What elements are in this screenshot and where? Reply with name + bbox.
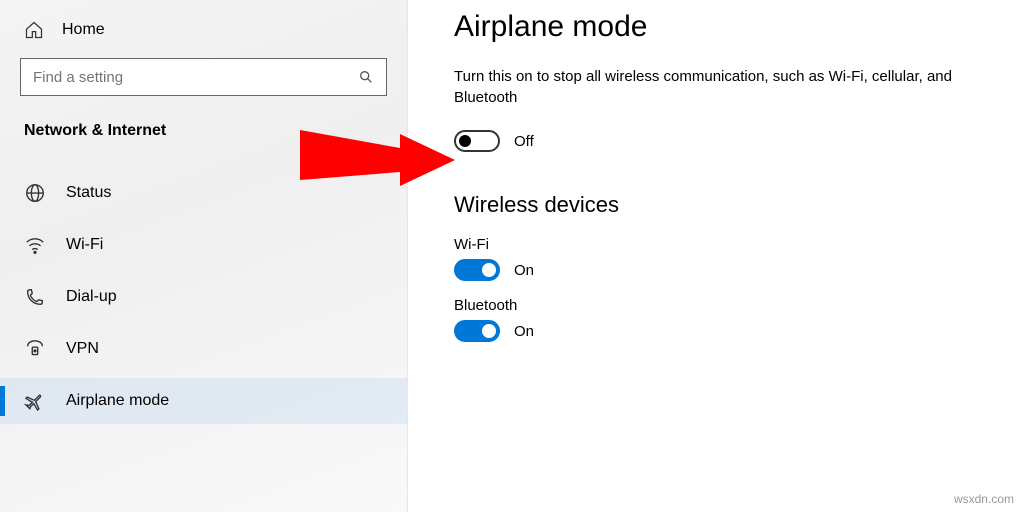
page-description: Turn this on to stop all wireless commun…: [454, 66, 1014, 108]
wireless-devices-heading: Wireless devices: [454, 192, 1024, 218]
airplane-toggle[interactable]: [454, 130, 500, 152]
globe-icon: [24, 182, 46, 204]
page-title: Airplane mode: [454, 10, 1024, 44]
wifi-label: Wi-Fi: [454, 236, 1024, 253]
sidebar-item-status[interactable]: Status: [0, 170, 407, 216]
wifi-icon: [24, 234, 46, 256]
sidebar: Home Network & Internet Status Wi-Fi Dia…: [0, 0, 408, 512]
vpn-icon: [24, 338, 46, 360]
wifi-toggle-state: On: [514, 262, 534, 279]
bluetooth-toggle-state: On: [514, 323, 534, 340]
sidebar-item-airplane[interactable]: Airplane mode: [0, 378, 407, 424]
home-label: Home: [62, 21, 105, 39]
sidebar-item-wifi[interactable]: Wi-Fi: [0, 222, 407, 268]
wifi-toggle[interactable]: [454, 259, 500, 281]
search-icon: [358, 69, 374, 85]
sidebar-item-label: Status: [66, 184, 111, 202]
search-input-container[interactable]: [20, 58, 387, 96]
bluetooth-toggle[interactable]: [454, 320, 500, 342]
home-icon: [24, 20, 44, 40]
phone-icon: [24, 286, 46, 308]
home-nav[interactable]: Home: [0, 14, 407, 54]
wifi-toggle-row: On: [454, 259, 1024, 281]
bluetooth-toggle-row: On: [454, 320, 1024, 342]
sidebar-item-label: VPN: [66, 340, 99, 358]
sidebar-item-dialup[interactable]: Dial-up: [0, 274, 407, 320]
main-content: Airplane mode Turn this on to stop all w…: [408, 0, 1024, 512]
category-header: Network & Internet: [0, 114, 407, 164]
sidebar-item-label: Wi-Fi: [66, 236, 103, 254]
airplane-toggle-row: Off: [454, 130, 1024, 152]
sidebar-item-label: Dial-up: [66, 288, 117, 306]
airplane-toggle-state: Off: [514, 133, 534, 150]
bluetooth-label: Bluetooth: [454, 297, 1024, 314]
sidebar-item-vpn[interactable]: VPN: [0, 326, 407, 372]
watermark: wsxdn.com: [954, 492, 1014, 506]
search-input[interactable]: [33, 69, 358, 86]
sidebar-item-label: Airplane mode: [66, 392, 169, 410]
airplane-icon: [24, 390, 46, 412]
